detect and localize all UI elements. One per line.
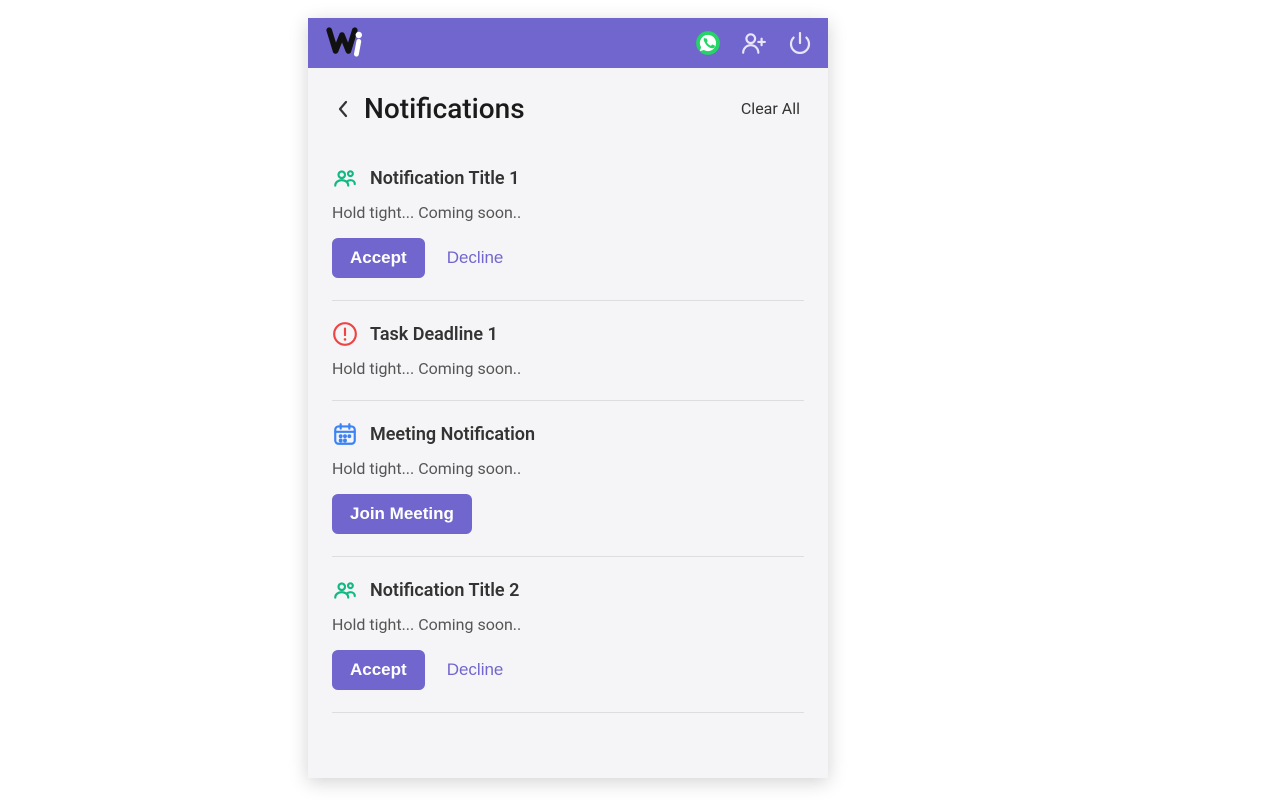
notification-title: Notification Title 1 — [370, 168, 519, 189]
people-icon — [332, 577, 358, 603]
notification-body: Hold tight... Coming soon.. — [332, 615, 804, 634]
add-user-icon[interactable] — [740, 29, 768, 57]
notification-item: Meeting Notification Hold tight... Comin… — [332, 401, 804, 557]
notification-list: Notification Title 1 Hold tight... Comin… — [308, 135, 828, 733]
people-icon — [332, 165, 358, 191]
notification-body: Hold tight... Coming soon.. — [332, 359, 804, 378]
notification-title: Meeting Notification — [370, 424, 535, 445]
notification-item: Notification Title 2 Hold tight... Comin… — [332, 557, 804, 713]
top-bar — [308, 18, 828, 68]
power-icon[interactable] — [786, 29, 814, 57]
clear-all-button[interactable]: Clear All — [741, 99, 800, 118]
notification-item: Task Deadline 1 Hold tight... Coming soo… — [332, 301, 804, 401]
notification-body: Hold tight... Coming soon.. — [332, 459, 804, 478]
app-frame: Notifications Clear All Notification Tit… — [308, 18, 828, 778]
notification-title: Task Deadline 1 — [370, 324, 498, 345]
page-header: Notifications Clear All — [308, 68, 828, 135]
accept-button[interactable]: Accept — [332, 238, 425, 278]
decline-button[interactable]: Decline — [443, 240, 508, 276]
calendar-icon — [332, 421, 358, 447]
page-title: Notifications — [364, 92, 525, 125]
accept-button[interactable]: Accept — [332, 650, 425, 690]
notification-item: Notification Title 1 Hold tight... Comin… — [332, 145, 804, 301]
top-actions — [694, 29, 814, 57]
app-logo[interactable] — [326, 25, 366, 61]
join-meeting-button[interactable]: Join Meeting — [332, 494, 472, 534]
notification-title: Notification Title 2 — [370, 580, 519, 601]
notification-body: Hold tight... Coming soon.. — [332, 203, 804, 222]
decline-button[interactable]: Decline — [443, 652, 508, 688]
back-button[interactable] — [336, 99, 350, 119]
alert-icon — [332, 321, 358, 347]
whatsapp-icon[interactable] — [694, 29, 722, 57]
